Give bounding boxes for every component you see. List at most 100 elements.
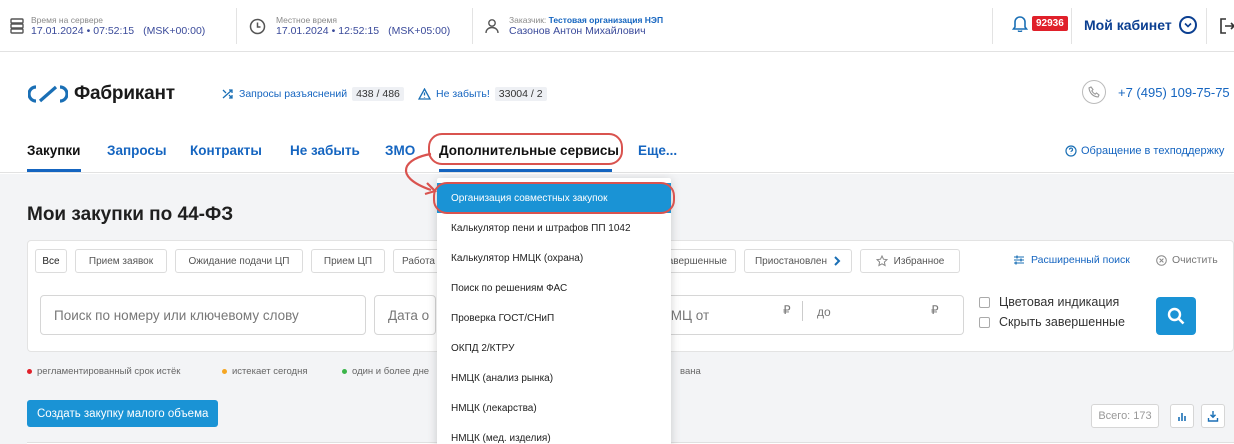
- page-title: Мои закупки по 44-ФЗ: [27, 204, 234, 225]
- search-button[interactable]: [1156, 297, 1196, 335]
- tab-completed-label: Завершенные: [661, 255, 727, 267]
- legend-dot: [27, 369, 32, 374]
- chart-button[interactable]: [1170, 404, 1194, 428]
- my-cabinet-label: Мой кабинет: [1084, 17, 1172, 33]
- clock-icon: [249, 18, 266, 34]
- menu-item-nmck-medical[interactable]: НМЦК (мед. изделия): [437, 423, 671, 444]
- support-link[interactable]: Обращение в техподдержку: [1065, 145, 1224, 157]
- nav-requests[interactable]: Запросы: [107, 143, 166, 158]
- bar-chart-icon: [1178, 413, 1186, 421]
- notifications[interactable]: 92936: [1012, 14, 1068, 32]
- divider: [992, 8, 993, 44]
- divider: [1071, 8, 1072, 44]
- create-small-purchase-button[interactable]: Создать закупку малого объема: [27, 400, 219, 427]
- customer-org[interactable]: Тестовая организация НЭП: [549, 15, 663, 25]
- menu-item-nmck-drugs[interactable]: НМЦК (лекарства): [437, 393, 671, 423]
- nav-hover-underline: [439, 169, 612, 172]
- shuffle-icon: [222, 89, 233, 99]
- tab-accepting-price[interactable]: Прием ЦП: [311, 249, 385, 273]
- currency-to: ₽: [931, 303, 939, 317]
- total-count: Всего: 173: [1091, 404, 1159, 428]
- legend-dot: [342, 369, 347, 374]
- advanced-search-link[interactable]: Расширенный поиск: [1013, 254, 1130, 266]
- legend-today-label: истекает сегодня: [232, 366, 308, 377]
- legend-days-label: один и более дне: [352, 366, 430, 377]
- logout-icon[interactable]: [1220, 18, 1234, 34]
- tab-all[interactable]: Все: [35, 249, 67, 273]
- checkbox[interactable]: [979, 316, 990, 328]
- filter-sliders-icon: [1014, 255, 1024, 265]
- local-time: Местное время 17.01.2024 • 12:52:15 (MSK+05…: [249, 0, 450, 52]
- customer-info[interactable]: Заказчик: Тестовая организация НЭП Сазон…: [485, 0, 663, 52]
- hide-completed-label: Скрыть завершенные: [999, 315, 1125, 329]
- highlight-annotation: [433, 182, 675, 214]
- menu-item-okpd[interactable]: ОКПД 2/КТРУ: [437, 333, 671, 363]
- legend-dot: [222, 369, 227, 374]
- advanced-search-label: Расширенный поиск: [1031, 254, 1130, 266]
- tab-awaiting-price[interactable]: Ожидание подачи ЦП: [175, 249, 303, 273]
- menu-item-nmck-market[interactable]: НМЦК (анализ рынка): [437, 363, 671, 393]
- remind-label: Не забыть!: [436, 88, 490, 100]
- tab-accepting-bids[interactable]: Прием заявок: [75, 249, 167, 273]
- legend-today: истекает сегодня: [222, 366, 308, 377]
- clear-label: Очистить: [1172, 254, 1218, 266]
- remind-link[interactable]: Не забыть! 33004 / 2: [418, 87, 547, 101]
- main-nav: Закупки Запросы Контракты Не забыть ЗМО …: [0, 125, 1234, 173]
- tab-suspended[interactable]: Приостановлен: [744, 249, 852, 273]
- nav-purchases[interactable]: Закупки: [27, 143, 80, 158]
- phone-icon: [1082, 80, 1106, 104]
- currency-from: ₽: [783, 303, 791, 317]
- date-input[interactable]: Дата о: [374, 295, 436, 335]
- chevron-right-icon[interactable]: [833, 256, 841, 266]
- clear-link[interactable]: Очистить: [1156, 254, 1218, 266]
- server-tz: (MSK+00:00): [143, 24, 206, 37]
- clarifications-link[interactable]: Запросы разъяснений 438 / 486: [222, 87, 404, 101]
- checkbox[interactable]: [979, 296, 990, 308]
- phone-number: +7 (495) 109-75-75: [1118, 84, 1230, 100]
- local-clock: 12:52:15: [338, 24, 380, 37]
- download-icon: [1207, 411, 1219, 422]
- legend-expired-label: регламентированный срок истёк: [37, 366, 181, 377]
- hide-completed-checkbox[interactable]: Скрыть завершенные: [979, 315, 1125, 329]
- chevron-down-icon: [1178, 16, 1197, 34]
- local-date: 17.01.2024: [276, 24, 329, 37]
- nav-active-underline: [27, 169, 81, 172]
- notification-badge: 92936: [1032, 15, 1068, 31]
- nmc-to-input[interactable]: до: [817, 305, 831, 319]
- bell-icon: [1012, 16, 1028, 32]
- clarifications-label: Запросы разъяснений: [239, 88, 348, 100]
- my-cabinet-button[interactable]: Мой кабинет: [1084, 16, 1197, 34]
- logo-text: Фабрикант: [74, 83, 175, 104]
- phone[interactable]: +7 (495) 109-75-75: [1082, 80, 1230, 104]
- nav-contracts[interactable]: Контракты: [190, 143, 262, 158]
- clarifications-count: 438 / 486: [352, 87, 404, 101]
- download-button[interactable]: [1201, 404, 1225, 428]
- divider: [802, 301, 803, 321]
- menu-item-penalty-calculator[interactable]: Калькулятор пени и штрафов ПП 1042: [437, 213, 671, 243]
- additional-services-dropdown: Организация совместных закупок Калькулят…: [437, 178, 671, 444]
- warning-icon: [418, 88, 431, 100]
- customer-label: Заказчик:: [509, 14, 547, 25]
- help-icon: [1065, 145, 1077, 157]
- nav-more[interactable]: Еще...: [638, 143, 677, 158]
- customer-person: Сазонов Антон Михайлович: [509, 24, 646, 37]
- search-input[interactable]: Поиск по номеру или ключевому слову: [40, 295, 366, 335]
- legend-more-label: вана: [680, 366, 701, 377]
- nmc-range[interactable]: НМЦ от: [656, 295, 964, 335]
- color-indication-label: Цветовая индикация: [999, 295, 1120, 309]
- color-indication-checkbox[interactable]: Цветовая индикация: [979, 295, 1119, 309]
- tab-suspended-label: Приостановлен: [754, 255, 827, 267]
- menu-item-gost-check[interactable]: Проверка ГОСТ/СНиП: [437, 303, 671, 333]
- search-icon: [1167, 307, 1185, 325]
- menu-item-fas-search[interactable]: Поиск по решениям ФАС: [437, 273, 671, 303]
- support-label: Обращение в техподдержку: [1081, 145, 1225, 157]
- server-icon: [10, 18, 24, 34]
- logo[interactable]: Фабрикант: [28, 83, 175, 105]
- menu-item-nmck-security[interactable]: Калькулятор НМЦК (охрана): [437, 243, 671, 273]
- legend-more: вана: [680, 366, 701, 377]
- nav-remind[interactable]: Не забыть: [290, 143, 360, 158]
- tab-favorites[interactable]: Избранное: [860, 249, 960, 273]
- divider: [236, 8, 237, 44]
- legend-days: один и более дне: [342, 366, 429, 377]
- local-tz: (MSK+05:00): [388, 24, 451, 37]
